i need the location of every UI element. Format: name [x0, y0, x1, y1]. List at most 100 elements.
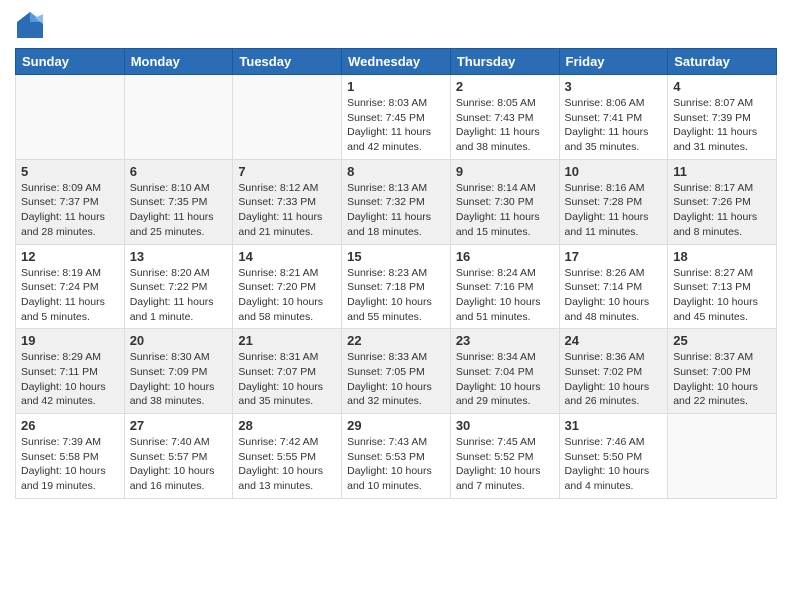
week-row-2: 5 Sunrise: 8:09 AMSunset: 7:37 PMDaylight… — [16, 159, 777, 244]
sunrise-text: Sunrise: 8:26 AM — [565, 267, 645, 279]
calendar-cell: 19Sunrise: 8:29 AMSunset: 7:11 PMDayligh… — [16, 329, 125, 414]
calendar-cell: 27Sunrise: 7:40 AMSunset: 5:57 PMDayligh… — [124, 414, 233, 499]
day-info: Sunrise: 8:36 AM Sunset: 7:02 PM Daylight:… — [565, 350, 663, 409]
sunset-text: Sunset: 7:16 PM — [456, 281, 534, 293]
sunrise-text: Sunrise: 8:24 AM — [456, 267, 536, 279]
sunset-text: Sunset: 7:13 PM — [673, 281, 751, 293]
daylight-text: Daylight: 10 hours and 19 minutes. — [21, 465, 106, 492]
day-info: Sunrise: 7:43 AMSunset: 5:53 PMDaylight:… — [347, 435, 445, 494]
calendar-cell: 11Sunrise: 8:17 AMSunset: 7:26 PMDayligh… — [668, 159, 777, 244]
weekday-header-tuesday: Tuesday — [233, 49, 342, 75]
day-info: Sunrise: 8:16 AMSunset: 7:28 PMDaylight:… — [565, 181, 663, 240]
day-number: 21 — [238, 333, 336, 348]
day-number: 20 — [130, 333, 228, 348]
sunrise-text: Sunrise: 8:23 AM — [347, 267, 427, 279]
daylight-text: Daylight: 10 hours and 22 minutes. — [673, 381, 758, 408]
calendar-cell: 16Sunrise: 8:24 AMSunset: 7:16 PMDayligh… — [450, 244, 559, 329]
sunset-text: Sunset: 7:04 PM — [456, 366, 534, 378]
day-number: 16 — [456, 249, 554, 264]
day-number: 5 — [21, 164, 119, 179]
sunrise-text: Sunrise: 7:43 AM — [347, 436, 427, 448]
weekday-header-monday: Monday — [124, 49, 233, 75]
calendar-cell: 22Sunrise: 8:33 AMSunset: 7:05 PMDayligh… — [342, 329, 451, 414]
sunset-text: Sunset: 7:28 PM — [565, 196, 643, 208]
day-number: 13 — [130, 249, 228, 264]
day-number: 6 — [130, 164, 228, 179]
calendar-table: SundayMondayTuesdayWednesdayThursdayFrid… — [15, 48, 777, 499]
day-number: 11 — [673, 164, 771, 179]
sunset-text: Sunset: 5:58 PM — [21, 451, 99, 463]
day-info: Sunrise: 8:10 AM Sunset: 7:35 PM Daylight:… — [130, 181, 228, 240]
calendar-cell: 17Sunrise: 8:26 AMSunset: 7:14 PMDayligh… — [559, 244, 668, 329]
day-info: Sunrise: 7:42 AMSunset: 5:55 PMDaylight:… — [238, 435, 336, 494]
day-info: Sunrise: 7:39 AM Sunset: 5:58 PM Daylight:… — [21, 435, 119, 494]
day-info: Sunrise: 8:09 AMSunset: 7:37 PMDaylight:… — [21, 181, 119, 240]
day-info: Sunrise: 8:31 AMSunset: 7:07 PMDaylight:… — [238, 350, 336, 409]
day-info: Sunrise: 8:24 AMSunset: 7:16 PMDaylight:… — [456, 266, 554, 325]
day-number: 19 — [21, 333, 119, 348]
sunrise-text: Sunrise: 8:17 AM — [673, 182, 753, 194]
day-number: 2 — [456, 79, 554, 94]
sunset-text: Sunset: 7:00 PM — [673, 366, 751, 378]
sunset-text: Sunset: 7:26 PM — [673, 196, 751, 208]
sunrise-text: Sunrise: 8:36 AM — [565, 351, 645, 363]
sunrise-text: Sunrise: 8:29 AM — [21, 351, 101, 363]
sunrise-text: Sunrise: 8:03 AM — [347, 97, 427, 109]
logo-icon — [15, 10, 45, 40]
day-number: 29 — [347, 418, 445, 433]
daylight-text: Daylight: 11 hours and 25 minutes. — [130, 211, 214, 238]
sunrise-text: Sunrise: 8:12 AM — [238, 182, 318, 194]
sunset-text: Sunset: 7:43 PM — [456, 112, 534, 124]
day-number: 23 — [456, 333, 554, 348]
sunset-text: Sunset: 7:33 PM — [238, 196, 316, 208]
sunset-text: Sunset: 7:35 PM — [130, 196, 208, 208]
daylight-text: Daylight: 11 hours and 15 minutes. — [456, 211, 540, 238]
calendar-cell: 28Sunrise: 7:42 AMSunset: 5:55 PMDayligh… — [233, 414, 342, 499]
sunrise-text: Sunrise: 7:39 AM — [21, 436, 101, 448]
daylight-text: Daylight: 10 hours and 32 minutes. — [347, 381, 432, 408]
daylight-text: Daylight: 10 hours and 26 minutes. — [565, 381, 650, 408]
sunset-text: Sunset: 7:32 PM — [347, 196, 425, 208]
sunrise-text: Sunrise: 7:45 AM — [456, 436, 536, 448]
day-number: 8 — [347, 164, 445, 179]
sunset-text: Sunset: 7:30 PM — [456, 196, 534, 208]
day-number: 3 — [565, 79, 663, 94]
day-info: Sunrise: 8:14 AMSunset: 7:30 PMDaylight:… — [456, 181, 554, 240]
daylight-text: Daylight: 10 hours and 38 minutes. — [130, 381, 215, 408]
calendar-cell: 3Sunrise: 8:06 AMSunset: 7:41 PMDaylight… — [559, 75, 668, 160]
sunset-text: Sunset: 7:45 PM — [347, 112, 425, 124]
calendar-cell: 30Sunrise: 7:45 AMSunset: 5:52 PMDayligh… — [450, 414, 559, 499]
day-info: Sunrise: 8:23 AMSunset: 7:18 PMDaylight:… — [347, 266, 445, 325]
sunset-text: Sunset: 7:14 PM — [565, 281, 643, 293]
day-info: Sunrise: 7:40 AMSunset: 5:57 PMDaylight:… — [130, 435, 228, 494]
sunset-text: Sunset: 7:20 PM — [238, 281, 316, 293]
sunrise-text: Sunrise: 8:19 AM — [21, 267, 101, 279]
sunset-text: Sunset: 7:09 PM — [130, 366, 208, 378]
daylight-text: Daylight: 11 hours and 38 minutes. — [456, 126, 540, 153]
week-row-5: 26Sunrise: 7:39 AMSunset: 5:58 PMDayligh… — [16, 414, 777, 499]
daylight-text: Daylight: 11 hours and 21 minutes. — [238, 211, 322, 238]
daylight-text: Daylight: 10 hours and 35 minutes. — [238, 381, 323, 408]
day-number: 17 — [565, 249, 663, 264]
sunrise-text: Sunrise: 8:10 AM — [130, 182, 210, 194]
sunrise-text: Sunrise: 8:30 AM — [130, 351, 210, 363]
day-number: 9 — [456, 164, 554, 179]
sunset-text: Sunset: 5:52 PM — [456, 451, 534, 463]
calendar-cell — [124, 75, 233, 160]
sunrise-text: Sunrise: 8:34 AM — [456, 351, 536, 363]
weekday-header-wednesday: Wednesday — [342, 49, 451, 75]
calendar-cell: 8Sunrise: 8:13 AMSunset: 7:32 PMDaylight… — [342, 159, 451, 244]
week-row-1: 1Sunrise: 8:03 AMSunset: 7:45 PMDaylight… — [16, 75, 777, 160]
day-info: Sunrise: 8:20 AMSunset: 7:22 PMDaylight:… — [130, 266, 228, 325]
daylight-text: Daylight: 11 hours and 35 minutes. — [565, 126, 649, 153]
day-number: 30 — [456, 418, 554, 433]
calendar-cell: 14Sunrise: 8:21 AMSunset: 7:20 PMDayligh… — [233, 244, 342, 329]
calendar-cell: 5 Sunrise: 8:09 AMSunset: 7:37 PMDaylight… — [16, 159, 125, 244]
day-info: Sunrise: 8:03 AMSunset: 7:45 PMDaylight:… — [347, 96, 445, 155]
daylight-text: Daylight: 10 hours and 13 minutes. — [238, 465, 323, 492]
day-info: Sunrise: 8:21 AMSunset: 7:20 PMDaylight:… — [238, 266, 336, 325]
sunset-text: Sunset: 7:02 PM — [565, 366, 643, 378]
daylight-text: Daylight: 11 hours and 11 minutes. — [565, 211, 649, 238]
sunset-text: Sunset: 7:41 PM — [565, 112, 643, 124]
day-info: Sunrise: 8:12 AM Sunset: 7:33 PM Daylight:… — [238, 181, 336, 240]
